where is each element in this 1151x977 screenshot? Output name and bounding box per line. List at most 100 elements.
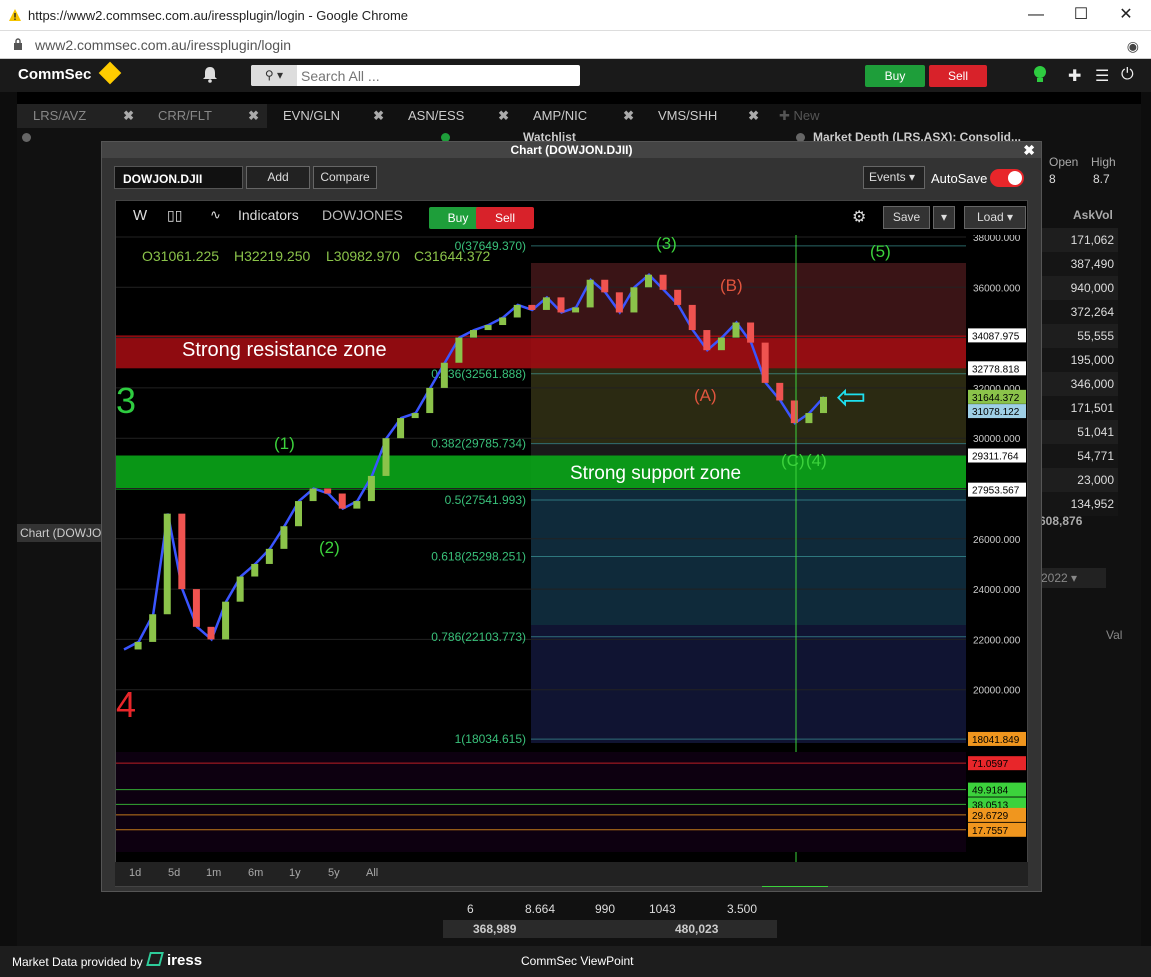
tab-evn-gln[interactable]: EVN/GLN ✖ <box>267 104 392 128</box>
total-left: 368,989 <box>473 922 517 936</box>
close-icon[interactable]: ✖ <box>1023 142 1035 158</box>
menu-icon[interactable]: ☰ <box>1095 66 1109 86</box>
candle <box>251 563 259 577</box>
dialog-title-bar[interactable]: Chart (DOWJON.DJII) ✖ <box>102 142 1041 158</box>
high-label: High <box>1091 155 1116 169</box>
side-chart-tab[interactable]: Chart (DOWJO <box>17 524 103 542</box>
power-icon[interactable]: ⏻ <box>1121 66 1134 84</box>
price-tag: 18041.849 <box>972 735 1020 746</box>
fib-label: 1(18034.615) <box>455 732 526 746</box>
range-1m-button[interactable]: 1m <box>206 867 221 879</box>
close-icon[interactable]: ✖ <box>248 104 259 128</box>
y-tick-label: 20000.000 <box>973 686 1021 697</box>
lightbulb-icon[interactable] <box>1031 64 1049 86</box>
candle <box>732 322 740 338</box>
tab-amp-nic[interactable]: AMP/NIC ✖ <box>517 104 642 128</box>
bell-icon[interactable] <box>200 64 220 84</box>
candle <box>615 292 623 313</box>
logo-diamond-icon <box>98 61 122 85</box>
search-input[interactable] <box>301 66 576 85</box>
askvol-header: AskVol <box>1073 208 1113 222</box>
y-tick-label: 36000.000 <box>973 283 1021 294</box>
price-tag: 34087.975 <box>972 331 1020 342</box>
chart-area[interactable]: W ▯▯ ∿ Indicators DOWJONES Buy Sell ⚙ Sa… <box>115 200 1028 887</box>
app-header: CommSec ⚲ ▾ Buy Sell ✚ ☰ ⏻ <box>0 59 1151 92</box>
indicators-button[interactable]: Indicators <box>238 207 299 223</box>
buy-button[interactable]: Buy <box>865 65 925 87</box>
search-bar[interactable]: ⚲ ▾ <box>251 65 580 86</box>
add-button[interactable]: Add <box>246 166 310 189</box>
eye-icon[interactable]: ◉ <box>1127 38 1139 55</box>
compare-button[interactable]: Compare <box>313 166 377 189</box>
events-dropdown[interactable]: Events ▾ <box>863 166 925 189</box>
price-tag: 29311.764 <box>972 452 1019 463</box>
askvol-row: 171,501 <box>1038 396 1118 420</box>
new-tab-button[interactable]: ✚ New <box>779 104 820 128</box>
indicators-icon[interactable]: ∿ <box>210 207 221 223</box>
year-select[interactable]: 2022 ▾ <box>1038 568 1106 588</box>
url-text: www2.commsec.com.au/iressplugin/login <box>35 37 291 53</box>
range-6m-button[interactable]: 6m <box>248 867 263 879</box>
chart-symbol-label: DOWJONES <box>322 207 403 223</box>
candle <box>163 513 171 615</box>
maximize-button[interactable]: ☐ <box>1061 4 1101 28</box>
settings-gear-icon[interactable]: ⚙ <box>852 207 866 227</box>
y-tick-label: 30000.000 <box>973 434 1021 445</box>
close-window-button[interactable]: ✕ <box>1106 4 1146 28</box>
candle <box>557 297 565 313</box>
wave-b-label: (B) <box>720 276 743 295</box>
load-dropdown[interactable]: Load ▾ <box>964 206 1026 229</box>
rsi-panel <box>116 752 966 852</box>
close-icon[interactable]: ✖ <box>123 104 134 128</box>
candle <box>207 626 215 640</box>
close-icon[interactable]: ✖ <box>623 104 634 128</box>
range-1d-button[interactable]: 1d <box>129 867 141 879</box>
candle <box>484 325 492 331</box>
candle <box>499 317 507 326</box>
close-icon[interactable]: ✖ <box>748 104 759 128</box>
candle <box>470 330 477 338</box>
big-wave-3-label: 3 <box>116 380 136 421</box>
candle <box>440 362 448 388</box>
tab-vms-shh[interactable]: VMS/SHH ✖ <box>642 104 767 128</box>
sell-button[interactable]: Sell <box>929 65 987 87</box>
y-tick-label: 22000.000 <box>973 635 1021 646</box>
fib-label: 0.786(22103.773) <box>431 630 526 644</box>
candle-type-icon[interactable]: ▯▯ <box>167 207 182 224</box>
tab-crr-flt[interactable]: CRR/FLT ✖ <box>142 104 267 128</box>
tab-asn-ess[interactable]: ASN/ESS ✖ <box>392 104 517 128</box>
add-panel-icon[interactable]: ✚ <box>1068 66 1081 86</box>
autosave-toggle[interactable] <box>990 169 1024 187</box>
range-1y-button[interactable]: 1y <box>289 867 301 879</box>
range-5d-button[interactable]: 5d <box>168 867 180 879</box>
range-all-button[interactable]: All <box>366 867 378 879</box>
minimize-button[interactable]: — <box>1016 4 1056 28</box>
right-scroll-edge[interactable] <box>1141 92 1151 946</box>
chart-toolbar: W ▯▯ ∿ Indicators DOWJONES Buy Sell ⚙ Sa… <box>116 201 1027 234</box>
close-icon[interactable]: ✖ <box>373 104 384 128</box>
price-tag: 27953.567 <box>972 486 1020 497</box>
tab-lrs-avz[interactable]: LRS/AVZ ✖ <box>17 104 142 128</box>
ohlc-open: O31061.225 <box>142 248 219 264</box>
candle <box>601 279 609 293</box>
cell: 6 <box>467 902 474 916</box>
address-bar[interactable]: www2.commsec.com.au/iressplugin/login ◉ <box>0 31 1151 59</box>
support-label: Strong support zone <box>570 463 741 484</box>
candle <box>134 641 142 650</box>
search-dropdown-button[interactable]: ⚲ ▾ <box>251 65 297 86</box>
high-value: 8.7 <box>1093 172 1110 186</box>
interval-selector[interactable]: W <box>133 207 147 224</box>
range-5y-button[interactable]: 5y <box>328 867 340 879</box>
candle <box>542 297 550 310</box>
cell: 990 <box>595 902 616 916</box>
close-icon[interactable]: ✖ <box>498 104 509 128</box>
candle <box>265 548 273 564</box>
save-button[interactable]: Save <box>883 206 930 229</box>
search-icon: ⚲ <box>264 68 274 82</box>
open-value: 8 <box>1049 172 1056 186</box>
price-chart[interactable]: Strong resistance zone Strong support zon… <box>116 235 1027 887</box>
workspace-tabs: LRS/AVZ ✖ CRR/FLT ✖ EVN/GLN ✖ ASN/ESS ✖ AMP/… <box>17 104 1141 128</box>
save-dropdown-button[interactable]: ▾ <box>933 206 955 229</box>
chart-sell-button[interactable]: Sell <box>476 207 534 229</box>
symbol-input[interactable]: DOWJON.DJII <box>114 166 243 189</box>
